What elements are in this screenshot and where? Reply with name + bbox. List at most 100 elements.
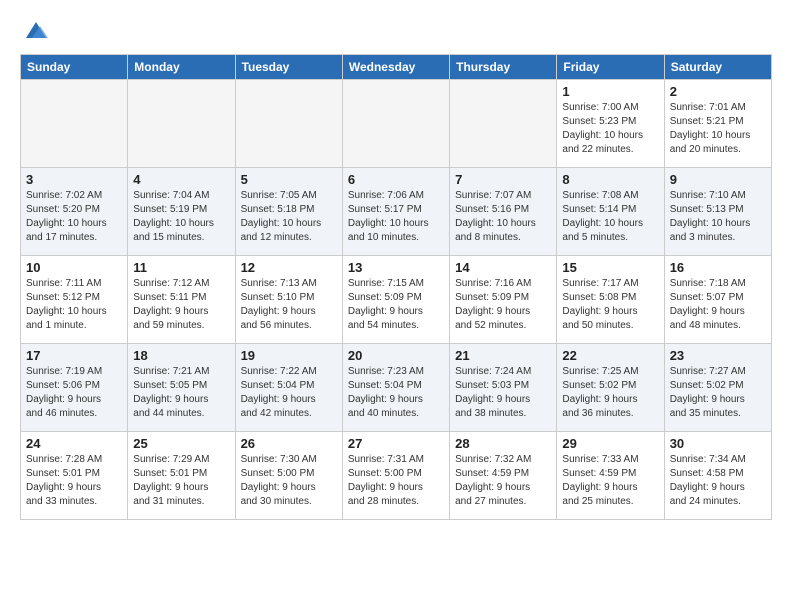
calendar-cell: 21Sunrise: 7:24 AM Sunset: 5:03 PM Dayli… <box>450 344 557 432</box>
calendar-cell: 7 Sunrise: 7:07 AM Sunset: 5:16 PM Daylig… <box>450 168 557 256</box>
day-info: Sunrise: 7:17 AM Sunset: 5:08 PM Dayligh… <box>562 277 658 333</box>
calendar-week-5: 24 Sunrise: 7:28 AM Sunset: 5:01 PM Dayli… <box>21 432 772 520</box>
calendar-header-saturday: Saturday <box>664 55 771 80</box>
day-info: Sunrise: 7:19 AM Sunset: 5:06 PM Dayligh… <box>26 365 122 421</box>
calendar-header-thursday: Thursday <box>450 55 557 80</box>
calendar-week-3: 10 Sunrise: 7:11 AM Sunset: 5:12 PM Dayli… <box>21 256 772 344</box>
day-info: Sunrise: 7:33 AM Sunset: 4:59 PM Dayligh… <box>562 453 658 509</box>
calendar-cell: 25 Sunrise: 7:29 AM Sunset: 5:01 PM Dayli… <box>128 432 235 520</box>
day-number: 12 <box>241 260 337 275</box>
calendar-cell: 17 Sunrise: 7:19 AM Sunset: 5:06 PM Dayli… <box>21 344 128 432</box>
day-info: Sunrise: 7:13 AM Sunset: 5:10 PM Dayligh… <box>241 277 337 333</box>
calendar-week-2: 3 Sunrise: 7:02 AM Sunset: 5:20 PM Daylig… <box>21 168 772 256</box>
day-number: 23 <box>670 348 766 363</box>
day-info: Sunrise: 7:02 AM Sunset: 5:20 PM Dayligh… <box>26 189 122 245</box>
calendar-cell: 24 Sunrise: 7:28 AM Sunset: 5:01 PM Dayli… <box>21 432 128 520</box>
day-number: 7 <box>455 172 551 187</box>
page: SundayMondayTuesdayWednesdayThursdayFrid… <box>0 0 792 530</box>
day-number: 13 <box>348 260 444 275</box>
day-number: 29 <box>562 436 658 451</box>
day-number: 26 <box>241 436 337 451</box>
day-info: Sunrise: 7:11 AM Sunset: 5:12 PM Dayligh… <box>26 277 122 333</box>
calendar-header-tuesday: Tuesday <box>235 55 342 80</box>
day-info: Sunrise: 7:01 AM Sunset: 5:21 PM Dayligh… <box>670 101 766 157</box>
day-info: Sunrise: 7:16 AM Sunset: 5:09 PM Dayligh… <box>455 277 551 333</box>
calendar: SundayMondayTuesdayWednesdayThursdayFrid… <box>20 54 772 520</box>
calendar-cell: 18 Sunrise: 7:21 AM Sunset: 5:05 PM Dayli… <box>128 344 235 432</box>
day-number: 30 <box>670 436 766 451</box>
day-info: Sunrise: 7:07 AM Sunset: 5:16 PM Dayligh… <box>455 189 551 245</box>
day-info: Sunrise: 7:15 AM Sunset: 5:09 PM Dayligh… <box>348 277 444 333</box>
day-info: Sunrise: 7:27 AM Sunset: 5:02 PM Dayligh… <box>670 365 766 421</box>
calendar-cell: 28Sunrise: 7:32 AM Sunset: 4:59 PM Dayli… <box>450 432 557 520</box>
day-number: 16 <box>670 260 766 275</box>
calendar-header-monday: Monday <box>128 55 235 80</box>
day-info: Sunrise: 7:34 AM Sunset: 4:58 PM Dayligh… <box>670 453 766 509</box>
calendar-cell: 10 Sunrise: 7:11 AM Sunset: 5:12 PM Dayli… <box>21 256 128 344</box>
day-number: 18 <box>133 348 229 363</box>
calendar-cell: 4 Sunrise: 7:04 AM Sunset: 5:19 PM Daylig… <box>128 168 235 256</box>
day-info: Sunrise: 7:18 AM Sunset: 5:07 PM Dayligh… <box>670 277 766 333</box>
logo-icon <box>22 16 50 44</box>
day-info: Sunrise: 7:10 AM Sunset: 5:13 PM Dayligh… <box>670 189 766 245</box>
day-info: Sunrise: 7:04 AM Sunset: 5:19 PM Dayligh… <box>133 189 229 245</box>
calendar-week-1: 1 Sunrise: 7:00 AM Sunset: 5:23 PM Daylig… <box>21 80 772 168</box>
calendar-cell: 6Sunrise: 7:06 AM Sunset: 5:17 PM Daylig… <box>342 168 449 256</box>
day-info: Sunrise: 7:21 AM Sunset: 5:05 PM Dayligh… <box>133 365 229 421</box>
day-info: Sunrise: 7:00 AM Sunset: 5:23 PM Dayligh… <box>562 101 658 157</box>
calendar-cell: 5 Sunrise: 7:05 AM Sunset: 5:18 PM Daylig… <box>235 168 342 256</box>
day-number: 1 <box>562 84 658 99</box>
day-number: 6 <box>348 172 444 187</box>
calendar-cell: 26 Sunrise: 7:30 AM Sunset: 5:00 PM Dayli… <box>235 432 342 520</box>
day-number: 25 <box>133 436 229 451</box>
calendar-cell: 9 Sunrise: 7:10 AM Sunset: 5:13 PM Daylig… <box>664 168 771 256</box>
day-info: Sunrise: 7:12 AM Sunset: 5:11 PM Dayligh… <box>133 277 229 333</box>
calendar-cell: 30 Sunrise: 7:34 AM Sunset: 4:58 PM Dayli… <box>664 432 771 520</box>
calendar-header-sunday: Sunday <box>21 55 128 80</box>
day-info: Sunrise: 7:25 AM Sunset: 5:02 PM Dayligh… <box>562 365 658 421</box>
calendar-cell: 14 Sunrise: 7:16 AM Sunset: 5:09 PM Dayli… <box>450 256 557 344</box>
day-info: Sunrise: 7:29 AM Sunset: 5:01 PM Dayligh… <box>133 453 229 509</box>
day-number: 3 <box>26 172 122 187</box>
day-number: 15 <box>562 260 658 275</box>
day-number: 14 <box>455 260 551 275</box>
calendar-header-row: SundayMondayTuesdayWednesdayThursdayFrid… <box>21 55 772 80</box>
calendar-cell <box>235 80 342 168</box>
calendar-cell: 13 Sunrise: 7:15 AM Sunset: 5:09 PM Dayli… <box>342 256 449 344</box>
day-number: 4 <box>133 172 229 187</box>
calendar-cell: 12 Sunrise: 7:13 AM Sunset: 5:10 PM Dayli… <box>235 256 342 344</box>
calendar-cell: 2 Sunrise: 7:01 AM Sunset: 5:21 PM Daylig… <box>664 80 771 168</box>
day-info: Sunrise: 7:24 AM Sunset: 5:03 PM Dayligh… <box>455 365 551 421</box>
calendar-cell <box>128 80 235 168</box>
day-number: 9 <box>670 172 766 187</box>
day-number: 2 <box>670 84 766 99</box>
day-number: 27 <box>348 436 444 451</box>
day-number: 28 <box>455 436 551 451</box>
day-number: 22 <box>562 348 658 363</box>
day-info: Sunrise: 7:28 AM Sunset: 5:01 PM Dayligh… <box>26 453 122 509</box>
calendar-cell: 27Sunrise: 7:31 AM Sunset: 5:00 PM Dayli… <box>342 432 449 520</box>
calendar-cell: 11 Sunrise: 7:12 AM Sunset: 5:11 PM Dayli… <box>128 256 235 344</box>
day-info: Sunrise: 7:08 AM Sunset: 5:14 PM Dayligh… <box>562 189 658 245</box>
logo <box>20 16 50 44</box>
day-number: 24 <box>26 436 122 451</box>
day-number: 19 <box>241 348 337 363</box>
day-number: 10 <box>26 260 122 275</box>
day-info: Sunrise: 7:30 AM Sunset: 5:00 PM Dayligh… <box>241 453 337 509</box>
calendar-cell: 8 Sunrise: 7:08 AM Sunset: 5:14 PM Daylig… <box>557 168 664 256</box>
calendar-cell: 3 Sunrise: 7:02 AM Sunset: 5:20 PM Daylig… <box>21 168 128 256</box>
day-number: 20 <box>348 348 444 363</box>
calendar-cell: 20Sunrise: 7:23 AM Sunset: 5:04 PM Dayli… <box>342 344 449 432</box>
calendar-header-friday: Friday <box>557 55 664 80</box>
day-number: 5 <box>241 172 337 187</box>
calendar-cell: 23 Sunrise: 7:27 AM Sunset: 5:02 PM Dayli… <box>664 344 771 432</box>
day-info: Sunrise: 7:05 AM Sunset: 5:18 PM Dayligh… <box>241 189 337 245</box>
header <box>20 16 772 44</box>
day-info: Sunrise: 7:22 AM Sunset: 5:04 PM Dayligh… <box>241 365 337 421</box>
day-number: 11 <box>133 260 229 275</box>
day-number: 17 <box>26 348 122 363</box>
calendar-cell: 19 Sunrise: 7:22 AM Sunset: 5:04 PM Dayli… <box>235 344 342 432</box>
calendar-cell <box>450 80 557 168</box>
calendar-cell <box>21 80 128 168</box>
day-number: 8 <box>562 172 658 187</box>
